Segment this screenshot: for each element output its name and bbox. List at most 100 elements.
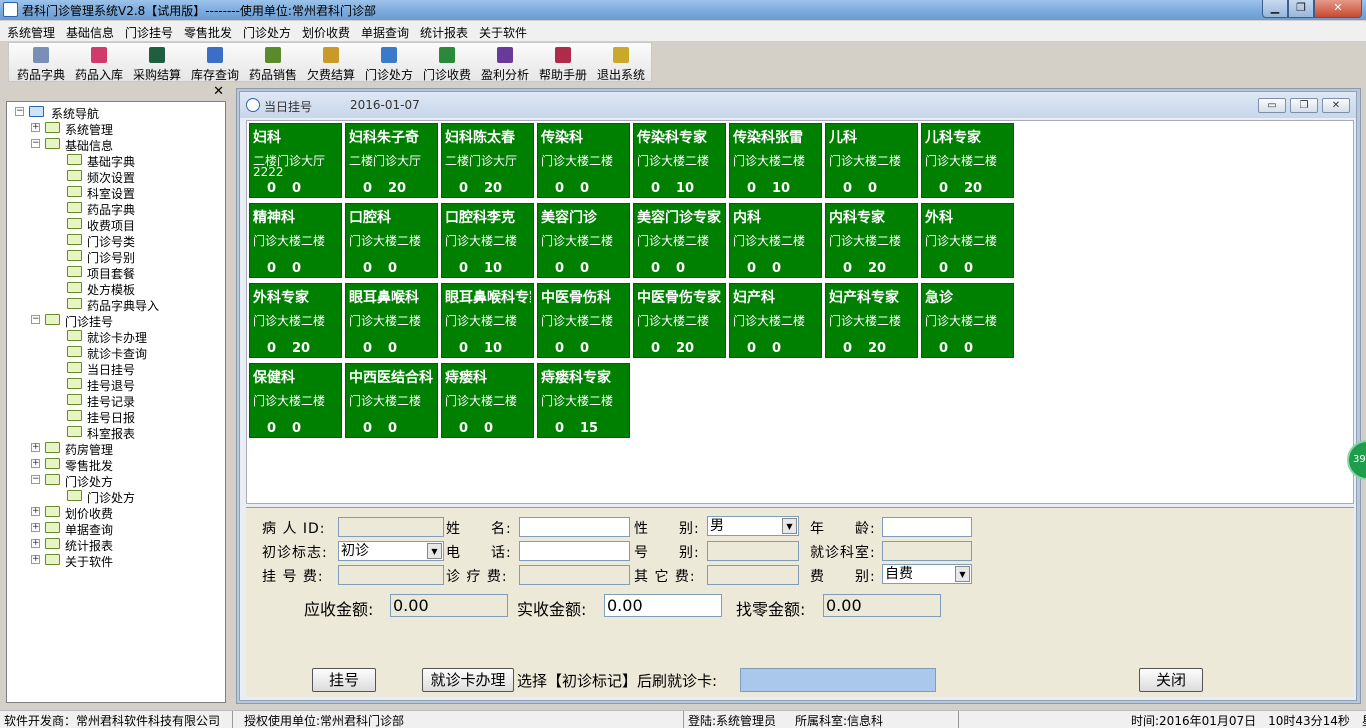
department-tile[interactable]: 妇产科 门诊大楼二楼 0 0: [729, 283, 822, 358]
department-tile[interactable]: 美容门诊 门诊大楼二楼 0 0: [537, 203, 630, 278]
tree-item[interactable]: 收费项目: [53, 216, 225, 233]
menu-about[interactable]: 关于软件: [479, 24, 527, 41]
tree-collapse-icon[interactable]: −: [31, 315, 40, 324]
nav-close-icon[interactable]: ✕: [213, 84, 224, 99]
treat-fee-input[interactable]: [519, 565, 630, 585]
tree-item[interactable]: + 零售批发: [31, 456, 211, 473]
toolbar-button-3[interactable]: 库存查询: [185, 43, 245, 83]
department-tile[interactable]: 精神科 门诊大楼二楼 0 0: [249, 203, 342, 278]
tree-item[interactable]: 科室报表: [53, 424, 225, 441]
tree-item[interactable]: 挂号记录: [53, 392, 225, 409]
child-minimize-button[interactable]: ▭: [1258, 98, 1286, 113]
menu-reports[interactable]: 统计报表: [420, 24, 468, 41]
tree-expand-icon[interactable]: +: [31, 123, 40, 132]
reg-fee-input[interactable]: [338, 565, 444, 585]
department-tile[interactable]: 痔瘘科专家 门诊大楼二楼 0 15: [537, 363, 630, 438]
tree-item[interactable]: 门诊号别: [53, 248, 225, 265]
tree-item[interactable]: − 门诊挂号: [31, 312, 211, 329]
age-input[interactable]: [882, 517, 972, 537]
department-tile[interactable]: 口腔科 门诊大楼二楼 0 0: [345, 203, 438, 278]
tree-item[interactable]: + 划价收费: [31, 504, 211, 521]
menu-prescription[interactable]: 门诊处方: [243, 24, 291, 41]
toolbar-button-10[interactable]: 退出系统: [591, 43, 651, 83]
tree-item[interactable]: 科室设置: [53, 184, 225, 201]
department-tile[interactable]: 美容门诊专家 门诊大楼二楼 0 0: [633, 203, 726, 278]
tree-item[interactable]: 门诊号类: [53, 232, 225, 249]
close-button[interactable]: 关闭: [1139, 668, 1203, 692]
department-tile[interactable]: 传染科 门诊大楼二楼 0 0: [537, 123, 630, 198]
toolbar-button-8[interactable]: 盈利分析: [475, 43, 535, 83]
patient-id-input[interactable]: [338, 517, 444, 537]
menu-retail[interactable]: 零售批发: [184, 24, 232, 41]
tree-expand-icon[interactable]: +: [31, 443, 40, 452]
tree-root[interactable]: − 系统导航: [15, 104, 215, 121]
menu-billing[interactable]: 划价收费: [302, 24, 350, 41]
department-tile[interactable]: 眼耳鼻喉科专家门诊大楼二楼 0 10: [441, 283, 534, 358]
tree-item[interactable]: 门诊处方: [53, 488, 225, 505]
department-tile[interactable]: 口腔科李克 门诊大楼二楼 0 10: [441, 203, 534, 278]
tree-item[interactable]: + 统计报表: [31, 536, 211, 553]
tree-item[interactable]: 挂号日报: [53, 408, 225, 425]
department-tile[interactable]: 儿科专家 门诊大楼二楼 0 20: [921, 123, 1014, 198]
menu-system[interactable]: 系统管理: [7, 24, 55, 41]
tree-item[interactable]: 就诊卡查询: [53, 344, 225, 361]
receivable-input[interactable]: 0.00: [390, 594, 508, 617]
department-tile[interactable]: 中医骨伤科 门诊大楼二楼 0 0: [537, 283, 630, 358]
child-close-button[interactable]: ✕: [1322, 98, 1350, 113]
other-fee-input[interactable]: [707, 565, 799, 585]
department-tile[interactable]: 中西医结合科 门诊大楼二楼 0 0: [345, 363, 438, 438]
tree-item[interactable]: 基础字典: [53, 152, 225, 169]
tree-expand-icon[interactable]: +: [31, 523, 40, 532]
department-tile[interactable]: 妇科 二楼门诊大厅 2222 0 0: [249, 123, 342, 198]
toolbar-button-4[interactable]: 药品销售: [243, 43, 303, 83]
dept-input[interactable]: [882, 541, 972, 561]
minimize-button[interactable]: ▁: [1262, 0, 1288, 18]
toolbar-button-6[interactable]: 门诊处方: [359, 43, 419, 83]
fee-type-select[interactable]: 自费 ▼: [882, 564, 972, 584]
toolbar-button-5[interactable]: 欠费结算: [301, 43, 361, 83]
card-issue-button[interactable]: 就诊卡办理: [422, 668, 514, 692]
department-tile[interactable]: 儿科 门诊大楼二楼 0 0: [825, 123, 918, 198]
tree-item[interactable]: 频次设置: [53, 168, 225, 185]
maximize-button[interactable]: ❐: [1288, 0, 1314, 18]
toolbar-button-9[interactable]: 帮助手册: [533, 43, 593, 83]
tree-item[interactable]: − 基础信息: [31, 136, 211, 153]
tree-collapse-icon[interactable]: −: [31, 139, 40, 148]
tree-item[interactable]: + 关于软件: [31, 552, 211, 569]
toolbar-button-1[interactable]: 药品入库: [69, 43, 129, 83]
department-tile[interactable]: 外科 门诊大楼二楼 0 0: [921, 203, 1014, 278]
phone-input[interactable]: [519, 541, 630, 561]
department-tile[interactable]: 传染科张雷 门诊大楼二楼 0 10: [729, 123, 822, 198]
tree-item[interactable]: 药品字典: [53, 200, 225, 217]
sex-select[interactable]: 男 ▼: [707, 516, 799, 536]
department-tile[interactable]: 妇科朱子奇 二楼门诊大厅 0 20: [345, 123, 438, 198]
menu-query[interactable]: 单据查询: [361, 24, 409, 41]
tree-expand-icon[interactable]: +: [31, 507, 40, 516]
number-type-input[interactable]: [707, 541, 799, 561]
tree-expand-icon[interactable]: +: [31, 539, 40, 548]
tree-item[interactable]: + 单据查询: [31, 520, 211, 537]
department-tile[interactable]: 内科 门诊大楼二楼 0 0: [729, 203, 822, 278]
department-tile[interactable]: 妇科陈太春 二楼门诊大厅 0 20: [441, 123, 534, 198]
child-maximize-button[interactable]: ❐: [1290, 98, 1318, 113]
toolbar-button-0[interactable]: 药品字典: [11, 43, 71, 83]
tree-collapse-icon[interactable]: −: [15, 107, 24, 116]
department-tile[interactable]: 妇产科专家 门诊大楼二楼 0 20: [825, 283, 918, 358]
department-tile[interactable]: 痔瘘科 门诊大楼二楼 0 0: [441, 363, 534, 438]
first-visit-select[interactable]: 初诊 ▼: [338, 541, 444, 561]
register-button[interactable]: 挂号: [312, 668, 376, 692]
menu-registration[interactable]: 门诊挂号: [125, 24, 173, 41]
close-window-button[interactable]: ✕: [1314, 0, 1362, 18]
department-tile[interactable]: 外科专家 门诊大楼二楼 0 20: [249, 283, 342, 358]
tree-item[interactable]: − 门诊处方: [31, 472, 211, 489]
name-input[interactable]: [519, 517, 630, 537]
toolbar-button-2[interactable]: 采购结算: [127, 43, 187, 83]
tree-collapse-icon[interactable]: −: [31, 475, 40, 484]
department-tile[interactable]: 传染科专家 门诊大楼二楼 0 10: [633, 123, 726, 198]
tree-item[interactable]: 挂号退号: [53, 376, 225, 393]
received-input[interactable]: 0.00: [604, 594, 722, 617]
tree-expand-icon[interactable]: +: [31, 555, 40, 564]
change-input[interactable]: 0.00: [823, 594, 941, 617]
toolbar-button-7[interactable]: 门诊收费: [417, 43, 477, 83]
tree-item[interactable]: 处方模板: [53, 280, 225, 297]
